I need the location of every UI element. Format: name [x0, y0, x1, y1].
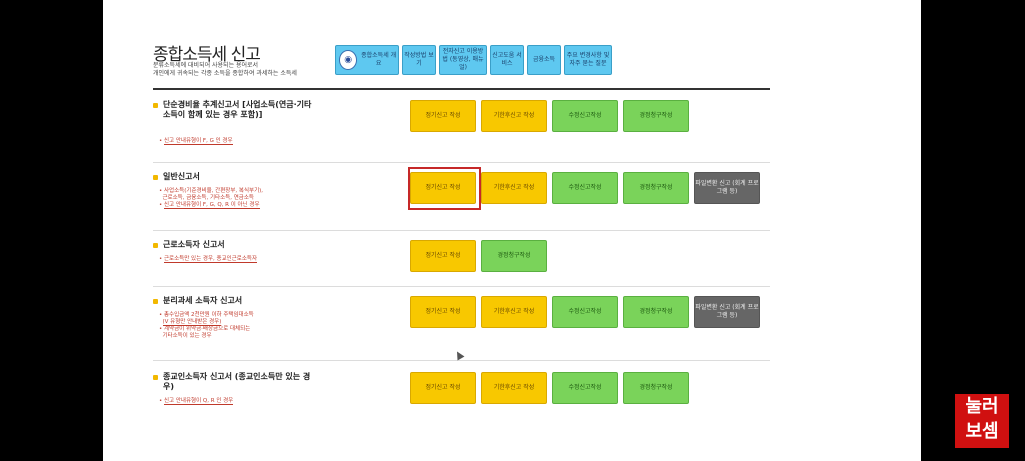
- page-subtitle: 분류소득세에 대비되어 사용되는 용어로서 개인에게 귀속되는 각종 소득을 종…: [153, 62, 297, 77]
- refund-claim-button[interactable]: 경정청구작성: [623, 172, 689, 204]
- late-filing-button[interactable]: 기한후신고 작성: [481, 296, 547, 328]
- regular-filing-button[interactable]: 정기신고 작성: [410, 296, 476, 328]
- nav-guide-button[interactable]: 작성방법 보기: [402, 45, 436, 75]
- nav-help-button[interactable]: 신고도움 서비스: [490, 45, 524, 75]
- row-buttons: 정기신고 작성 기한후신고 작성 수정신고작성 경정청구작성: [410, 100, 689, 132]
- bullet-icon: [153, 103, 158, 108]
- row-divider: [153, 360, 770, 361]
- amended-filing-button[interactable]: 수정신고작성: [552, 372, 618, 404]
- nav-efiling-button[interactable]: 전자신고 이용방법 (동영상, 매뉴얼): [439, 45, 487, 75]
- row-title: 분리과세 소득자 신고서: [163, 296, 243, 305]
- refund-claim-button[interactable]: 경정청구작성: [623, 100, 689, 132]
- row-buttons: 정기신고 작성 경정청구작성: [410, 240, 547, 272]
- row-note: • 총수입금액 2천만원 이하 주택임대소득 (V 유형만 안내받은 경우) •…: [159, 312, 254, 339]
- late-filing-button[interactable]: 기한후신고 작성: [481, 172, 547, 204]
- regular-filing-button[interactable]: 정기신고 작성: [410, 240, 476, 272]
- file-conversion-filing-button[interactable]: 파일변환 신고 (회계 프로그램 등): [694, 296, 760, 328]
- amended-filing-button[interactable]: 수정신고작성: [552, 172, 618, 204]
- amended-filing-button[interactable]: 수정신고작성: [552, 100, 618, 132]
- bullet-icon: [153, 375, 158, 380]
- row-divider: [153, 230, 770, 231]
- refund-claim-button[interactable]: 경정청구작성: [623, 296, 689, 328]
- row-title: 종교인소득자 신고서 (종교인소득만 있는 경우): [163, 372, 311, 391]
- channel-watermark: 눌러 보셈: [955, 394, 1009, 448]
- late-filing-button[interactable]: 기한후신고 작성: [481, 372, 547, 404]
- row-divider: [153, 286, 770, 287]
- bullet-icon: [153, 175, 158, 180]
- late-filing-button[interactable]: 기한후신고 작성: [481, 100, 547, 132]
- row-title: 단순경비율 추계신고서 [사업소득(연금·기타소득이 함께 있는 경우 포함)]: [163, 100, 312, 119]
- amended-filing-button[interactable]: 수정신고작성: [552, 296, 618, 328]
- form-row-employment: 근로소득자 신고서 • 근로소득만 있는 경우, 종교인근로소득자 정기신고 작…: [153, 240, 770, 285]
- tax-emblem-icon: ◉: [339, 50, 358, 70]
- nav-faq-button[interactable]: 주요 변경사항 및 자주 묻는 질문: [564, 45, 612, 75]
- regular-filing-button[interactable]: 정기신고 작성: [410, 100, 476, 132]
- row-note: • 신고 안내유형이 F, G 인 경우: [159, 138, 233, 145]
- row-title: 일반신고서: [163, 172, 200, 181]
- row-note: • 근로소득만 있는 경우, 종교인근로소득자: [159, 256, 258, 263]
- row-title: 근로소득자 신고서: [163, 240, 225, 249]
- form-row-religious: 종교인소득자 신고서 (종교인소득만 있는 경우) • 신고 안내유형이 Q, …: [153, 372, 770, 417]
- selection-highlight-box: [408, 167, 481, 210]
- nav-overview-button[interactable]: ◉ 종합소득세 개요: [335, 45, 399, 75]
- header-divider: [153, 88, 770, 90]
- bullet-icon: [153, 299, 158, 304]
- form-row-separate-tax: 분리과세 소득자 신고서 • 총수입금액 2천만원 이하 주택임대소득 (V 유…: [153, 296, 770, 356]
- file-conversion-filing-button[interactable]: 파일변환 신고 (회계 프로그램 등): [694, 172, 760, 204]
- refund-claim-button[interactable]: 경정청구작성: [481, 240, 547, 272]
- regular-filing-button[interactable]: 정기신고 작성: [410, 372, 476, 404]
- row-divider: [153, 162, 770, 163]
- top-navigation: ◉ 종합소득세 개요 작성방법 보기 전자신고 이용방법 (동영상, 매뉴얼) …: [335, 45, 612, 75]
- form-row-simple: 단순경비율 추계신고서 [사업소득(연금·기타소득이 함께 있는 경우 포함)]…: [153, 100, 770, 160]
- row-buttons: 정기신고 작성 기한후신고 작성 수정신고작성 경정청구작성: [410, 372, 689, 404]
- bullet-icon: [153, 243, 158, 248]
- row-note: • 사업소득(기준경비율, 간편장부, 복식부기), 근로소득, 금융소득, 기…: [159, 188, 264, 209]
- row-buttons: 정기신고 작성 기한후신고 작성 수정신고작성 경정청구작성 파일변환 신고 (…: [410, 296, 760, 328]
- refund-claim-button[interactable]: 경정청구작성: [623, 372, 689, 404]
- row-note: • 신고 안내유형이 Q, R 인 경우: [159, 398, 234, 405]
- nav-financial-income-button[interactable]: 금융소득: [527, 45, 561, 75]
